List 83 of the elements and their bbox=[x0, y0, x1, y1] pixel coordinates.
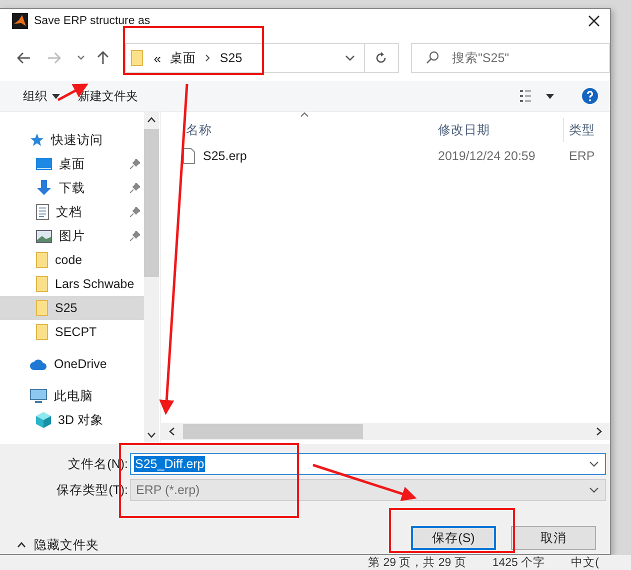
nav-pane-label: 文档 bbox=[56, 204, 82, 220]
chevron-right-icon bbox=[204, 54, 211, 62]
chevron-down-icon bbox=[589, 461, 599, 467]
status-text: 中文( bbox=[571, 556, 599, 570]
nav-pane-item[interactable]: 快速访问 bbox=[0, 128, 144, 152]
nav-pane-item[interactable]: OneDrive bbox=[0, 352, 144, 376]
nav-pane-label: 桌面 bbox=[59, 156, 85, 172]
scroll-up-icon[interactable] bbox=[147, 117, 156, 123]
star-icon bbox=[30, 133, 44, 147]
chevron-down-icon bbox=[589, 487, 599, 493]
back-icon[interactable] bbox=[17, 52, 31, 64]
nav-pane-label: Lars Schwabe bbox=[55, 277, 134, 291]
caret-icon[interactable] bbox=[546, 94, 554, 98]
nav-pane-item[interactable]: S25 bbox=[0, 296, 144, 320]
status-text: 第 29 页，共 29 页 bbox=[368, 556, 466, 570]
folder-icon bbox=[36, 300, 48, 316]
nav-pane-label: S25 bbox=[55, 301, 78, 315]
nav-pane-item[interactable]: 下载 bbox=[0, 176, 144, 200]
computer-icon bbox=[30, 388, 47, 404]
chevron-up-icon bbox=[17, 542, 26, 548]
app-icon bbox=[12, 13, 28, 29]
breadcrumb-item[interactable]: 桌面 bbox=[170, 50, 196, 66]
folder-icon bbox=[36, 276, 48, 292]
help-icon[interactable] bbox=[582, 88, 598, 104]
refresh-icon bbox=[375, 52, 388, 64]
scrollbar-thumb[interactable] bbox=[144, 129, 159, 277]
save-button[interactable]: 保存(S) bbox=[411, 526, 496, 550]
nav-pane-item[interactable]: 3D 对象 bbox=[0, 408, 144, 432]
table-cell-text: 2019/12/24 20:59 bbox=[437, 148, 536, 165]
download-icon bbox=[36, 180, 52, 196]
vertical-scrollbar[interactable] bbox=[144, 112, 159, 444]
window-title: Save ERP structure as bbox=[34, 15, 152, 27]
status-text: 1425 个字 bbox=[492, 555, 546, 570]
search-icon bbox=[426, 51, 439, 64]
desktop-icon bbox=[36, 158, 52, 170]
nav-pane-item[interactable]: code bbox=[0, 248, 144, 272]
column-header[interactable]: 修改日期 bbox=[421, 118, 564, 142]
file-name-field[interactable]: S25_Diff.erp bbox=[130, 453, 606, 475]
chevron-down-icon[interactable] bbox=[344, 55, 355, 61]
nav-pane-label: 快速访问 bbox=[51, 132, 103, 148]
folder-icon bbox=[36, 324, 48, 340]
nav-pane-label: code bbox=[55, 253, 82, 267]
up-arrow-icon[interactable] bbox=[96, 51, 109, 65]
nav-pane-item[interactable]: 图片 bbox=[0, 224, 144, 248]
close-icon[interactable] bbox=[588, 15, 600, 27]
sort-caret-icon bbox=[300, 112, 309, 117]
nav-pane-item[interactable]: 此电脑 bbox=[0, 384, 144, 408]
nav-pane-item[interactable]: 桌面 bbox=[0, 152, 144, 176]
nav-pane-item[interactable]: Lars Schwabe bbox=[0, 272, 144, 296]
nav-pane-label: OneDrive bbox=[54, 357, 107, 371]
breadcrumb-item[interactable]: S25 bbox=[220, 51, 242, 65]
file-type-dropdown[interactable]: ERP (*.erp) bbox=[130, 479, 606, 501]
cube-icon bbox=[36, 412, 51, 428]
folder-icon bbox=[130, 50, 143, 66]
nav-pane-label: 3D 对象 bbox=[58, 412, 104, 428]
nav-pane-label: 图片 bbox=[59, 228, 85, 244]
nav-pane-label: 此电脑 bbox=[54, 388, 93, 404]
scroll-left-icon[interactable] bbox=[169, 427, 175, 436]
file-icon bbox=[183, 148, 195, 164]
cancel-button[interactable]: 取消 bbox=[511, 526, 596, 550]
overflow-chevron[interactable]: « bbox=[154, 50, 161, 66]
horizontal-scrollbar[interactable] bbox=[161, 423, 610, 440]
folder-icon bbox=[36, 252, 48, 268]
document-icon bbox=[36, 204, 49, 220]
image-icon bbox=[36, 230, 52, 242]
address-bar[interactable]: « 桌面 S25 bbox=[124, 43, 399, 73]
nav-pane-label: 下载 bbox=[59, 180, 85, 196]
nav-pane-label: SECPT bbox=[55, 325, 97, 339]
scroll-down-icon[interactable] bbox=[147, 432, 156, 438]
annotation-arrow bbox=[57, 84, 88, 102]
scrollbar-thumb[interactable] bbox=[183, 424, 363, 439]
cloud-icon bbox=[30, 358, 47, 370]
nav-pane-item[interactable]: SECPT bbox=[0, 320, 144, 344]
nav-pane-item[interactable]: 文档 bbox=[0, 200, 144, 224]
column-header[interactable]: 名称 bbox=[161, 118, 421, 142]
organize-button[interactable]: 组织 bbox=[14, 83, 69, 109]
chevron-down-icon[interactable] bbox=[76, 55, 85, 61]
search-field[interactable]: 搜索"S25" bbox=[410, 43, 610, 73]
table-cell-text: ERP bbox=[568, 148, 594, 165]
scroll-right-icon[interactable] bbox=[596, 427, 602, 436]
file-name[interactable]: S25.erp bbox=[203, 149, 247, 163]
hide-folders-button[interactable]: 隐藏文件夹 bbox=[0, 533, 99, 557]
caret-icon bbox=[52, 94, 60, 98]
